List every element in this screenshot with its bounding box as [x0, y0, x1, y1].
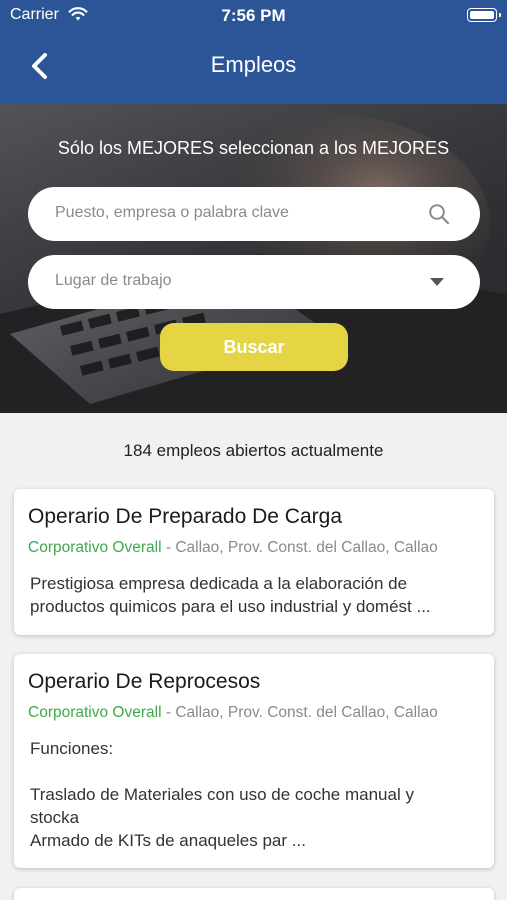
jobs-count-label: 184 empleos abiertos actualmente	[123, 441, 384, 460]
status-time: 7:56 PM	[221, 6, 286, 25]
dropdown-icon[interactable]	[430, 278, 444, 286]
job-description-line: productos quimicos para el uso industria…	[30, 597, 431, 616]
location-select[interactable]: Lugar de trabajo	[28, 255, 480, 309]
location-placeholder: Lugar de trabajo	[55, 272, 172, 289]
job-meta: Corporativo Overall - Callao, Prov. Cons…	[28, 704, 438, 722]
job-meta: Corporativo Overall - Callao, Prov. Cons…	[28, 539, 438, 557]
status-bar: Carrier 7:56 PM	[0, 0, 507, 30]
job-description-line: stocka	[30, 808, 80, 827]
search-button[interactable]: Buscar	[160, 323, 348, 371]
hero-search-section: Sólo los MEJORES seleccionan a los MEJOR…	[0, 104, 507, 413]
job-description-line: Funciones:	[30, 739, 114, 758]
job-description-line: Traslado de Materiales con uso de coche …	[30, 785, 414, 804]
job-title: Operario De Reprocesos	[28, 670, 261, 693]
job-company: Corporativo Overall	[28, 539, 162, 556]
job-location: Callao, Prov. Const. del Callao, Callao	[175, 704, 438, 721]
search-input[interactable]: Puesto, empresa o palabra clave	[28, 187, 480, 241]
battery-icon	[467, 8, 501, 22]
nav-bar: Empleos	[0, 40, 507, 92]
job-card[interactable]: Operario De Preparado De Carga Corporati…	[14, 489, 494, 635]
page-title: Empleos	[210, 52, 297, 77]
job-description-line: Prestigiosa empresa dedicada a la elabor…	[30, 574, 408, 593]
job-description-line: Armado de KITs de anaqueles par ...	[30, 831, 306, 850]
app-header: Carrier 7:56 PM Empleos	[0, 0, 507, 104]
job-separator: -	[161, 704, 176, 721]
search-icon[interactable]	[428, 203, 450, 225]
job-location: Callao, Prov. Const. del Callao, Callao	[175, 539, 438, 556]
job-card[interactable]: Operario De Reprocesos Corporativo Overa…	[14, 654, 494, 868]
job-description-line	[30, 760, 480, 783]
job-card[interactable]	[14, 888, 494, 900]
job-description: Funciones: Traslado de Materiales con us…	[30, 737, 480, 852]
job-separator: -	[161, 539, 176, 556]
job-description: Prestigiosa empresa dedicada a la elabor…	[30, 572, 480, 618]
job-company: Corporativo Overall	[28, 704, 162, 721]
hero-tagline: Sólo los MEJORES seleccionan a los MEJOR…	[57, 138, 450, 158]
job-title: Operario De Preparado De Carga	[28, 505, 342, 528]
search-placeholder: Puesto, empresa o palabra clave	[55, 204, 289, 221]
